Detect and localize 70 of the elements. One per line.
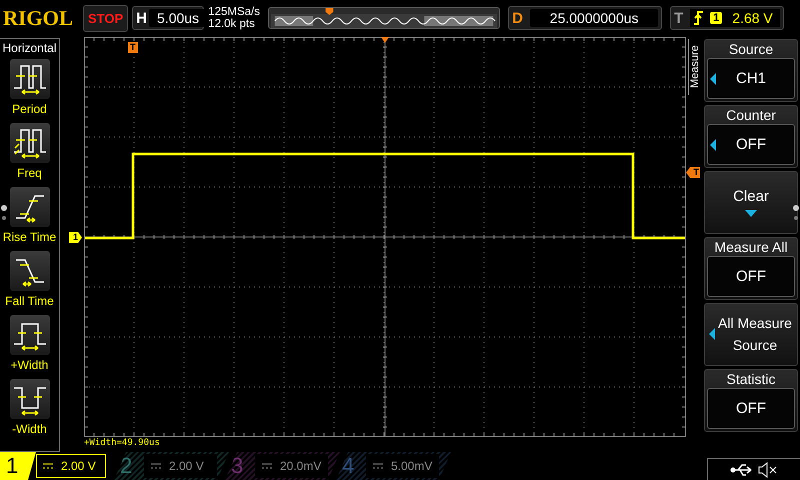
down-arrow-icon [745, 210, 757, 216]
menu-item[interactable]: Clear [704, 171, 798, 234]
trigger-position-marker: T [128, 42, 138, 53]
menu-value: OFF [736, 268, 766, 285]
menu-item[interactable]: Source CH1 [704, 39, 798, 102]
delay-value: 25.0000000us [530, 9, 658, 27]
channel-number: 3 [230, 452, 244, 480]
measure-label: Rise Time [2, 230, 56, 244]
channel-tab[interactable]: 4 5.00mV [336, 452, 451, 480]
menu-item-title: Source [728, 41, 774, 58]
channel-scale: 20.0mV [280, 459, 322, 473]
dc-coupling-icon [43, 463, 53, 469]
measure-label: +Width [10, 358, 48, 372]
channel-marker: 1 [69, 232, 82, 243]
menu-item-title: Statistic [726, 371, 776, 388]
measurement-readout: +Width=49.90us [84, 437, 161, 449]
channel-scale: 2.00 V [169, 459, 204, 473]
trigger-level: 2.68 V [732, 10, 773, 26]
sample-rate: 125MSa/s [208, 6, 261, 18]
trigger-box[interactable]: T 1 2.68 V [670, 6, 784, 30]
menu-item[interactable]: Statistic OFF [704, 369, 798, 432]
logo: RIGOL [3, 6, 74, 30]
trigger-source-badge: 1 [710, 12, 722, 24]
measure-button[interactable] [10, 59, 50, 99]
delay-label: D [512, 10, 524, 26]
channel-number: 4 [341, 452, 356, 480]
channel-number: 2 [119, 452, 134, 480]
measure-button[interactable] [10, 251, 50, 291]
trigger-label: T [674, 10, 684, 26]
channel-scale: 5.00mV [391, 459, 432, 473]
dc-coupling-icon [262, 463, 272, 469]
left-arrow-icon [709, 328, 715, 340]
measure-button[interactable] [10, 379, 50, 419]
menu-value: OFF [736, 400, 766, 417]
menu-item[interactable]: Counter OFF [704, 105, 798, 168]
menu-label: Clear [733, 188, 769, 204]
channel-tab[interactable]: 2 2.00 V [114, 452, 229, 480]
measure-label: -Width [12, 422, 47, 436]
trigger-level-marker: T [686, 167, 700, 178]
menu-item-title: Measure All [714, 239, 788, 256]
menu-item[interactable]: Measure All OFF [704, 237, 798, 300]
menu-tab[interactable]: Measure [688, 39, 703, 95]
measure-label: Period [12, 102, 47, 116]
timebase-box[interactable]: H 5.00us [132, 6, 204, 30]
dc-coupling-icon [373, 463, 383, 469]
menu-value: OFF [736, 136, 766, 153]
timebase-label: H [136, 10, 148, 26]
measure-label: Freq [17, 166, 42, 180]
left-arrow-icon [710, 138, 716, 150]
rising-edge-icon [694, 11, 704, 25]
left-arrow-icon [710, 72, 716, 84]
panel-title: Horizontal [2, 41, 57, 55]
run-stop-button[interactable]: STOP [83, 4, 128, 32]
usb-icon [730, 462, 754, 476]
speaker-muted-icon [758, 462, 778, 478]
center-marker-icon [381, 37, 389, 43]
memory-depth: 12.0k pts [208, 18, 256, 30]
dc-coupling-icon [151, 463, 161, 469]
menu-value: CH1 [736, 70, 766, 87]
channel-scale: 2.00 V [61, 459, 96, 473]
menu-item[interactable]: All Measure Source [704, 303, 798, 366]
channel-tab[interactable]: 3 20.0mV [225, 452, 340, 480]
delay-box[interactable]: D 25.0000000us [508, 6, 662, 30]
menu-item-title: Counter [726, 107, 776, 124]
measure-button[interactable] [10, 315, 50, 355]
measure-button[interactable] [10, 187, 50, 227]
measure-label: Fall Time [5, 294, 54, 308]
channel-number: 1 [0, 452, 36, 480]
menu-label: All Measure Source [717, 314, 793, 355]
measure-button[interactable] [10, 123, 50, 163]
